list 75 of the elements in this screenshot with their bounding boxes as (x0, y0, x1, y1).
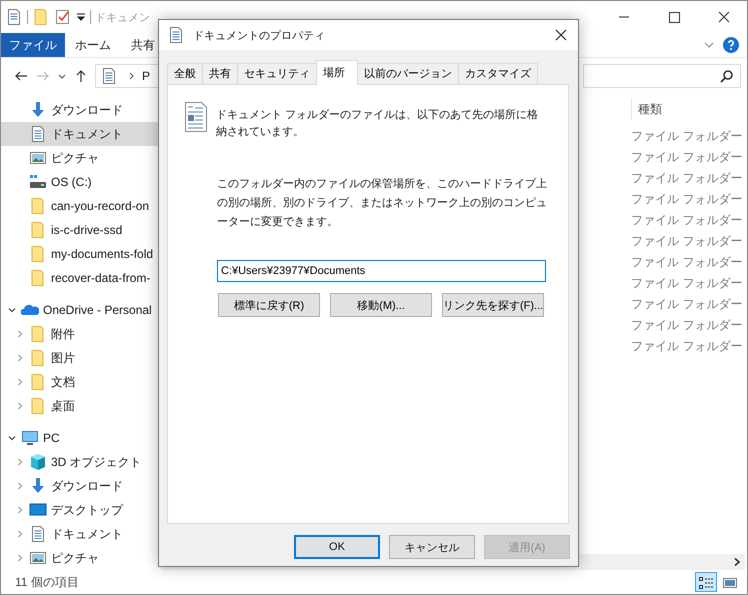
chevron-down-icon[interactable] (7, 305, 17, 315)
nav-item[interactable]: 桌面 (1, 394, 161, 418)
search-icon (720, 69, 734, 83)
monitor-icon (21, 429, 39, 447)
dialog-button[interactable]: OK (294, 535, 380, 559)
nav-item[interactable]: ドキュメント (1, 522, 161, 546)
nav-item[interactable]: can-you-record-on (1, 194, 161, 218)
table-cell-text: ファイル フォルダー (631, 170, 744, 187)
dropdown-icon[interactable] (76, 12, 86, 22)
nav-item[interactable]: ダウンロード (1, 98, 161, 122)
table-cell-text: ファイル フォルダー (631, 254, 744, 271)
document-icon (100, 67, 118, 85)
nav-item[interactable]: ドキュメント (1, 122, 161, 146)
drive-icon (29, 173, 47, 191)
instruction-text: このフォルダー内のファイルの保管場所を、このハードドライブ上の別の場所、別のドライブ、またはネットワーク上の別のコンピューターに変更できます。 (217, 176, 547, 230)
document-icon (167, 26, 185, 44)
search-field[interactable] (583, 64, 741, 88)
table-cell-text: ファイル フォルダー (631, 317, 744, 334)
nav-item[interactable]: PC (1, 426, 161, 450)
document-icon (184, 101, 208, 133)
help-icon[interactable] (723, 37, 739, 53)
nav-item[interactable]: ダウンロード (1, 474, 161, 498)
cube-icon (29, 453, 47, 471)
action-button[interactable]: 移動(M)... (330, 293, 432, 317)
ribbon-tab[interactable]: ファイル (1, 33, 65, 57)
table-cell-text: ファイル フォルダー (631, 338, 744, 355)
download-arrow-icon (29, 101, 47, 119)
tab[interactable]: 全般 (167, 63, 203, 84)
table-cell-text: ファイル フォルダー (631, 233, 744, 250)
download-arrow-icon (29, 477, 47, 495)
nav-item[interactable]: デスクトップ (1, 498, 161, 522)
document-icon[interactable] (5, 8, 23, 26)
table-cell-text: ファイル フォルダー (631, 296, 744, 313)
checklist-icon[interactable] (54, 8, 72, 26)
chevron-right-icon (128, 71, 136, 81)
picture-icon (722, 575, 738, 591)
details-view-icon (698, 575, 714, 591)
window-title: ドキュメン (95, 10, 150, 24)
chevron-right-icon[interactable] (732, 557, 742, 567)
table-cell-text: ファイル フォルダー (631, 149, 744, 166)
details-view-button[interactable] (695, 572, 717, 592)
nav-item[interactable]: recover-data-from- (1, 266, 161, 290)
nav-item[interactable]: OneDrive - Personal (1, 298, 161, 322)
picture-icon (29, 549, 47, 567)
picture-icon (29, 149, 47, 167)
table-cell-text: ファイル フォルダー (631, 275, 744, 292)
dialog-title: ドキュメントのプロパティ (193, 28, 325, 42)
column-header[interactable]: 種類 (631, 98, 738, 120)
nav-item[interactable]: 3D オブジェクト (1, 450, 161, 474)
nav-item[interactable]: OS (C:) (1, 170, 161, 194)
action-button[interactable]: 標準に戻す(R) (218, 293, 320, 317)
nav-item[interactable]: ピクチャ (1, 546, 161, 570)
ribbon-tab[interactable]: ホーム (65, 33, 121, 57)
document-icon (29, 525, 47, 543)
nav-item[interactable]: my-documents-fold (1, 242, 161, 266)
nav-item[interactable]: 图片 (1, 346, 161, 370)
close-icon[interactable] (554, 28, 568, 42)
dialog-button[interactable]: キャンセル (389, 535, 475, 559)
ribbon-tab[interactable]: 共有 (121, 33, 165, 57)
tab[interactable]: 場所 (316, 60, 358, 85)
nav-item[interactable]: ピクチャ (1, 146, 161, 170)
item-count: 11 個の項目 (15, 574, 79, 590)
table-cell-text: ファイル フォルダー (631, 191, 744, 208)
nav-item[interactable]: is-c-drive-ssd (1, 218, 161, 242)
chevron-down-icon[interactable] (7, 433, 17, 443)
path-field[interactable]: C:¥Users¥23977¥Documents (217, 260, 546, 282)
action-button[interactable]: リンク先を探す(F)... (442, 293, 544, 317)
table-cell-text: ファイル フォルダー (631, 128, 744, 145)
table-cell-text: ファイル フォルダー (631, 212, 744, 229)
description-text: ドキュメント フォルダーのファイルは、以下のあて先の場所に格納されています。 (216, 108, 540, 140)
nav-item[interactable]: 附件 (1, 322, 161, 346)
document-icon (29, 125, 47, 143)
nav-item[interactable]: 文档 (1, 370, 161, 394)
address-path: P (142, 69, 150, 83)
tab[interactable]: カスタマイズ (458, 63, 538, 84)
